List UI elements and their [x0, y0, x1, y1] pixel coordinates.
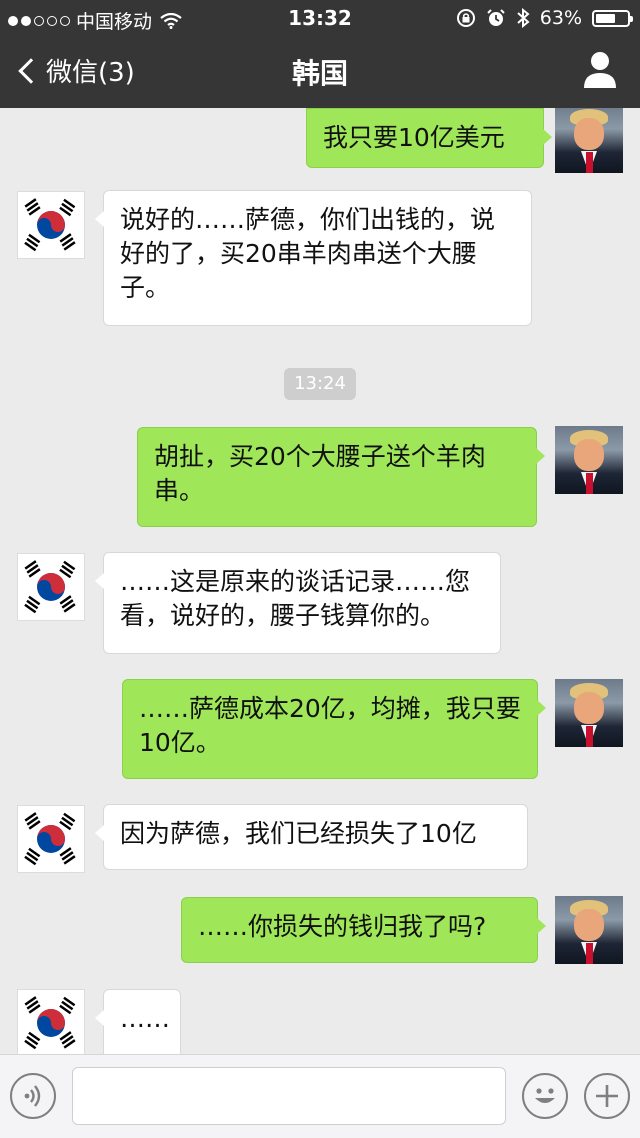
input-bar — [0, 1054, 640, 1138]
timestamp: 13:24 — [284, 368, 356, 400]
message-bubble-received[interactable]: 因为萨德，我们已经损失了10亿 — [95, 804, 528, 870]
status-bar: 中国移动 13:32 63% — [0, 0, 640, 36]
korea-flag-icon — [24, 812, 76, 866]
korea-flag-avatar[interactable] — [17, 805, 85, 873]
korea-flag-avatar[interactable] — [17, 191, 85, 259]
voice-icon — [24, 1085, 41, 1107]
more-button[interactable] — [584, 1073, 630, 1119]
orientation-lock-icon — [456, 9, 475, 27]
alarm-icon — [487, 9, 505, 26]
emoji-icon — [535, 1088, 555, 1103]
trump-avatar[interactable] — [555, 426, 623, 494]
trump-avatar[interactable] — [555, 896, 623, 964]
battery-icon — [592, 9, 633, 27]
nav-bar: 微信(3) 韩国 — [0, 36, 640, 108]
message-input[interactable] — [72, 1067, 506, 1125]
chat-area[interactable]: 我只要10亿美元 说好的……萨德，你们出钱的，说好的了，买20串羊肉串送个大腰子… — [0, 108, 640, 1054]
trump-avatar[interactable] — [555, 108, 623, 173]
message-bubble-sent[interactable]: ……你损失的钱归我了吗? — [181, 897, 546, 963]
korea-flag-icon — [24, 996, 76, 1050]
korea-flag-avatar[interactable] — [17, 553, 85, 621]
message-bubble-received[interactable]: 说好的……萨德，你们出钱的，说好的了，买20串羊肉串送个大腰子。 — [95, 190, 532, 326]
message-bubble-sent[interactable]: ……萨德成本20亿，均摊，我只要10亿。 — [122, 679, 546, 779]
message-bubble-received[interactable]: ……这是原来的谈话记录……您看，说好的，腰子钱算你的。 — [95, 552, 501, 654]
message-bubble-received[interactable]: …… — [95, 989, 181, 1054]
person-icon[interactable] — [582, 50, 618, 90]
status-right: 63% — [456, 7, 633, 29]
top-bar: 中国移动 13:32 63% 微信(3) 韩国 — [0, 0, 640, 108]
trump-avatar[interactable] — [555, 679, 623, 747]
korea-flag-icon — [24, 560, 76, 614]
korea-flag-icon — [24, 198, 76, 252]
message-bubble-sent[interactable]: 胡扯，买20个大腰子送个羊肉串。 — [137, 427, 545, 527]
emoji-button[interactable] — [522, 1073, 568, 1119]
battery-percent: 63% — [539, 7, 582, 29]
korea-flag-avatar[interactable] — [17, 989, 85, 1054]
chat-title: 韩国 — [291, 57, 348, 90]
plus-icon — [596, 1085, 618, 1107]
message-bubble-sent[interactable]: 我只要10亿美元 — [306, 108, 552, 168]
voice-button[interactable] — [10, 1073, 56, 1119]
battery-fill — [596, 13, 615, 23]
bluetooth-icon — [517, 8, 530, 28]
